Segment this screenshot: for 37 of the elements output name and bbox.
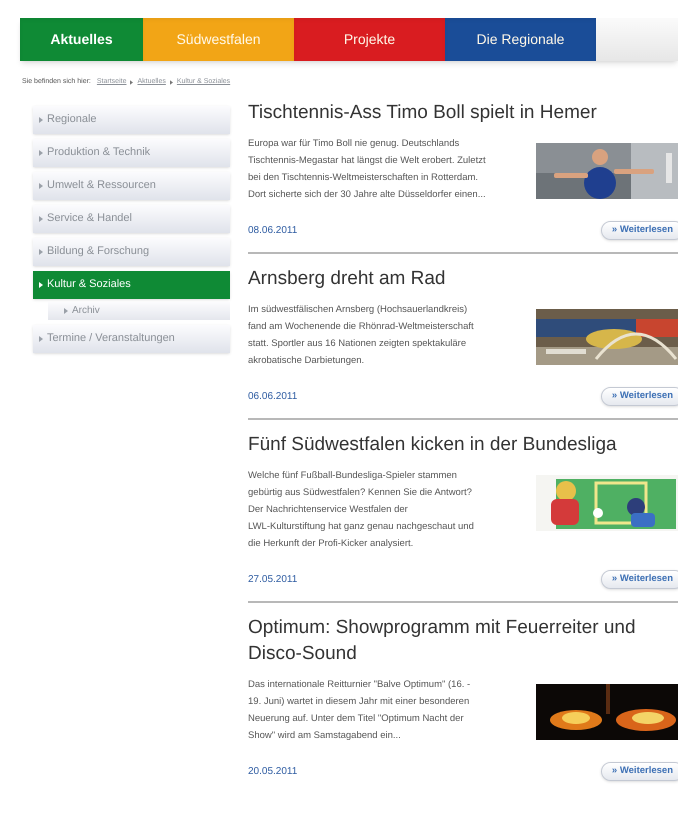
- sidebar-item[interactable]: Produktion & Technik: [33, 138, 230, 166]
- article-text: Das internationale Reitturnier "Balve Optimum" (16. - 19. Juni) wartet in diesem Jahr mit einer besonderen Neuerung auf. Unter dem Titel "Optimum Nacht der Show" wird am Samstagabend ein...: [248, 678, 472, 742]
- read-more-button[interactable]: » Weiterlesen: [600, 220, 678, 240]
- separator-icon: [170, 80, 173, 85]
- article-text: Im südwestfälischen Arnsberg (Hochsauerlandkreis) fand am Wochenende die Rhönrad-Weltmeisterschaft statt. Sportler aus 16 Nationen zeigten spektakuläre akrobatische Darbietungen.: [248, 302, 475, 368]
- bullet-icon: [39, 116, 43, 122]
- bullet-icon: [39, 282, 43, 288]
- sidebar-subitem[interactable]: Archiv: [48, 302, 230, 320]
- sidebar-item[interactable]: Termine / Veranstaltungen: [33, 324, 230, 352]
- article-title[interactable]: Tischtennis-Ass Timo Boll spielt in Hemer: [248, 100, 678, 126]
- bullet-icon: [64, 308, 68, 314]
- article-title[interactable]: Fünf Südwestfalen kicken in der Bundesliga: [248, 432, 678, 458]
- sidebar-item[interactable]: Kultur & Soziales: [33, 270, 230, 298]
- bullet-icon: [39, 182, 43, 188]
- article-date: 06.06.2011: [248, 390, 298, 404]
- read-more-button[interactable]: » Weiterlesen: [600, 386, 678, 406]
- article-title[interactable]: Optimum: Showprogramm mit Feuerreiter und Disco-Sound: [248, 614, 678, 666]
- article-text: Europa war für Timo Boll nie genug. Deutschlands Tischtennis-Megastar hat längst die Welt erobert. Zuletzt bei den Tischtennis-Weltmeisterschaften in Rotterdam. Dort sicherte sich der 30 Jahre alte Düsseldorfer einen...: [248, 136, 487, 202]
- nav-tab[interactable]: Die Regionale: [445, 18, 596, 61]
- nav-tab[interactable]: Projekte: [294, 18, 445, 61]
- bullet-icon: [39, 248, 43, 254]
- nav-tab[interactable]: Aktuelles: [20, 18, 143, 61]
- bullet-icon: [39, 150, 43, 156]
- article-date: 08.06.2011: [248, 224, 298, 238]
- sidebar-item[interactable]: Service & Handel: [33, 204, 230, 232]
- sidebar-item[interactable]: Regionale: [33, 106, 230, 134]
- sidebar-item[interactable]: Bildung & Forschung: [33, 238, 230, 266]
- sidebar-item[interactable]: Umwelt & Ressourcen: [33, 172, 230, 200]
- read-more-button[interactable]: » Weiterlesen: [600, 762, 678, 780]
- article-text: Welche fünf Fußball-Bundesliga-Spieler stammen gebürtig aus Südwestfalen? Kennen Sie die Antwort? Der Nachrichtenservice Westfalen der LWL-Kulturstiftung hat ganz genau nachgeschaut und die Herkunft der Profi-Kicker analysiert.: [248, 468, 475, 550]
- separator-icon: [130, 80, 134, 85]
- article-title[interactable]: Arnsberg dreht am Rad: [248, 266, 678, 292]
- bullet-icon: [39, 216, 43, 222]
- article-date: 20.05.2011: [248, 764, 298, 778]
- read-more-button[interactable]: » Weiterlesen: [600, 570, 678, 588]
- bullet-icon: [39, 336, 43, 342]
- article-date: 27.05.2011: [248, 572, 298, 586]
